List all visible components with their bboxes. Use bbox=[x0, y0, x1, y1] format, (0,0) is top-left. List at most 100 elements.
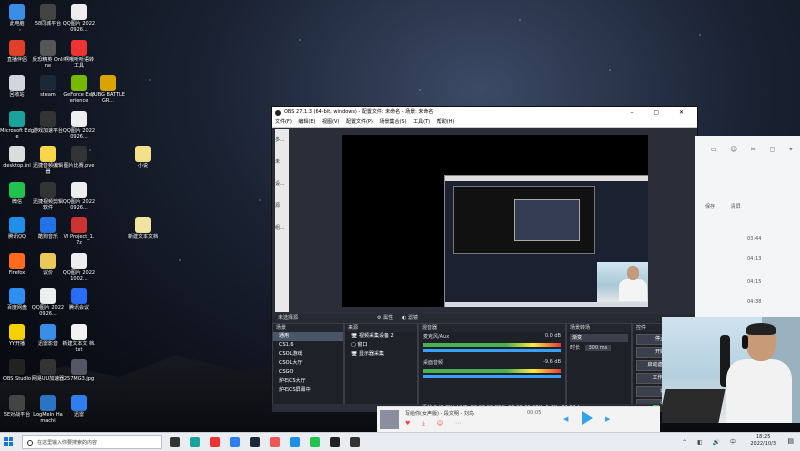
desktop-icon[interactable]: QQ图片 20221002... bbox=[62, 252, 96, 282]
duration-input[interactable]: 300 ms bbox=[584, 345, 612, 351]
desktop-icon[interactable]: steam bbox=[31, 75, 65, 98]
menu-tools[interactable]: 工具(T) bbox=[413, 119, 430, 125]
chrome-icon[interactable] bbox=[210, 437, 220, 447]
menu-scene-collection[interactable]: 场景集合(S) bbox=[379, 119, 406, 125]
desktop-icon[interactable]: QQ图片 20220926... bbox=[62, 4, 96, 33]
obs-window[interactable]: OBS 27.1.3 (64-bit, windows) - 配置文件: 未命名… bbox=[271, 106, 698, 413]
desktop-icon[interactable]: QQ图片 20220926... bbox=[31, 288, 65, 317]
play-icon[interactable] bbox=[582, 411, 593, 425]
player-actions[interactable]: ♥ ⤓ ☺ ⋯ bbox=[405, 420, 466, 428]
app-icon bbox=[40, 110, 56, 127]
menu-file[interactable]: 文件(F) bbox=[275, 119, 292, 125]
volume-slider[interactable] bbox=[423, 349, 561, 352]
edge-icon[interactable] bbox=[190, 437, 200, 447]
desktop-icon[interactable]: 反恐精英 Online bbox=[31, 39, 65, 69]
previous-icon[interactable]: ◀ bbox=[563, 415, 568, 423]
source-item[interactable]: ▢ 窗口 bbox=[345, 341, 417, 350]
desktop-icon[interactable]: 此电脑 bbox=[0, 4, 34, 27]
desktop-icon[interactable]: 新建文本文档 bbox=[126, 217, 160, 240]
game-icon[interactable] bbox=[270, 437, 280, 447]
left-tab-4[interactable]: 组... bbox=[275, 217, 289, 239]
scene-item[interactable]: 炉石CS大厅 bbox=[273, 377, 343, 386]
scene-item[interactable]: CS1.6 bbox=[273, 341, 343, 350]
desktop-icon[interactable]: Firefox bbox=[0, 252, 34, 276]
desktop-icon[interactable]: 257MG3.jpg bbox=[62, 359, 96, 382]
search-box[interactable]: 在这里输入你要搜索的内容 bbox=[22, 435, 162, 449]
desktop-icon[interactable]: 游戏加速平台 bbox=[31, 110, 65, 134]
menu-view[interactable]: 视图(V) bbox=[322, 119, 339, 125]
desktop-icon[interactable]: 58同城平台 bbox=[31, 4, 65, 27]
side-actions[interactable]: 保存 清屏 bbox=[705, 203, 741, 210]
wechat-icon[interactable] bbox=[310, 437, 320, 447]
desktop-icon[interactable]: VI Project_1.7z bbox=[62, 217, 96, 246]
app-icon[interactable] bbox=[350, 437, 360, 447]
source-item[interactable]: 🖥 显示器采集 bbox=[345, 350, 417, 359]
app-icon bbox=[9, 146, 25, 162]
left-tab-3[interactable]: 源 bbox=[275, 195, 289, 217]
desktop-icon[interactable]: 直播伴侣 bbox=[0, 39, 34, 63]
window-controls[interactable]: – ▢ ✕ bbox=[630, 107, 693, 118]
desktop-icon[interactable]: 腾讯QQ bbox=[0, 217, 34, 240]
desktop-icon[interactable]: 网易UU加速器 bbox=[31, 359, 65, 382]
desktop-icon[interactable]: 百度网盘 bbox=[0, 288, 34, 311]
desktop-icon-label: QQ图片 20221002... bbox=[62, 269, 96, 282]
obs-titlebar[interactable]: OBS 27.1.3 (64-bit, windows) - 配置文件: 未命名… bbox=[272, 107, 697, 118]
next-icon[interactable]: ▶ bbox=[605, 415, 610, 423]
desktop-icon[interactable]: 腾讯会议 bbox=[62, 288, 96, 311]
start-icon[interactable] bbox=[4, 437, 14, 447]
scene-item[interactable]: CSOL游戏 bbox=[273, 350, 343, 359]
desktop-icon[interactable]: 5E对战平台 bbox=[0, 394, 34, 418]
desktop-icon[interactable]: OBS Studio bbox=[0, 359, 34, 382]
volume-slider[interactable] bbox=[423, 375, 561, 378]
scene-item[interactable]: 通用 bbox=[273, 332, 343, 341]
desktop-icon[interactable]: 新建文本文 档.txt bbox=[62, 323, 96, 353]
scene-item[interactable]: CSGO bbox=[273, 368, 343, 377]
left-tab-2[interactable]: 未设... bbox=[275, 151, 289, 195]
desktop-icon[interactable]: 啊哦听听语转 工具 bbox=[62, 39, 96, 69]
duration-row: 时长 300 ms bbox=[570, 344, 628, 351]
scene-item[interactable]: CSOL大厅 bbox=[273, 359, 343, 368]
left-tab-1[interactable]: 多... bbox=[275, 129, 289, 151]
notification-icon[interactable]: ▤ bbox=[787, 437, 794, 445]
obs-title-text: OBS 27.1.3 (64-bit, windows) - 配置文件: 未命名… bbox=[284, 109, 434, 115]
desktop-icon-label: steam bbox=[40, 92, 56, 98]
obs-icon[interactable] bbox=[330, 437, 340, 447]
desktop-icon[interactable]: Microsoft Edge bbox=[0, 110, 34, 140]
menu-edit[interactable]: 编辑(E) bbox=[298, 119, 315, 125]
media-icon[interactable] bbox=[230, 437, 240, 447]
source-item[interactable]: 🖥 视频采集设备 2 bbox=[345, 332, 417, 341]
qq-browser-icon[interactable] bbox=[290, 437, 300, 447]
desktop-icon[interactable]: QQ图片 20220926... bbox=[62, 181, 96, 211]
scene-item[interactable]: 炉石CS屏幕中 bbox=[273, 386, 343, 395]
desktop-icon-label: 新建文本文档 bbox=[127, 234, 158, 240]
desktop-icon[interactable]: 迅雷 bbox=[62, 394, 96, 418]
desktop-icon[interactable]: 议价 bbox=[31, 252, 65, 276]
desktop-icon[interactable]: YY开播 bbox=[0, 323, 34, 347]
desktop-icon[interactable]: 小说 bbox=[126, 146, 160, 169]
filters-button[interactable]: ◐ 滤镜 bbox=[402, 314, 418, 323]
obs-preview[interactable] bbox=[342, 135, 648, 307]
desktop-icon[interactable]: desktop.ini bbox=[0, 146, 34, 169]
desktop-icon[interactable]: 图片比赛.pve bbox=[62, 146, 96, 169]
side-toolbar[interactable]: ▭ ☺ ✂ ▢ ⌖ bbox=[711, 146, 799, 154]
desktop-icon[interactable]: LogMeIn Hamachi bbox=[31, 394, 65, 424]
system-tray[interactable]: ⌃ ◧ 🔊 中 bbox=[682, 437, 740, 446]
desktop-icon[interactable]: 回收站 bbox=[0, 75, 34, 98]
task-view-icon[interactable] bbox=[170, 437, 180, 447]
desktop-icon[interactable]: 微信 bbox=[0, 181, 34, 205]
desktop-icon[interactable]: 酷狗音乐 bbox=[31, 217, 65, 240]
app-icon bbox=[9, 252, 25, 269]
desktop-icon[interactable]: QQ图片 20220926... bbox=[62, 110, 96, 140]
steam-icon[interactable] bbox=[250, 437, 260, 447]
menu-help[interactable]: 帮助(H) bbox=[437, 119, 455, 125]
desktop-icon[interactable]: 迅捷视频剪辑 软件 bbox=[31, 181, 65, 211]
menu-profile[interactable]: 配置文件(P) bbox=[346, 119, 373, 125]
desktop-icon[interactable]: 迅捷音频编辑器 bbox=[31, 146, 65, 175]
desktop-icon[interactable]: PUBG BATTLEGR... bbox=[91, 75, 125, 104]
desktop-icon[interactable]: 迅雷影音 bbox=[31, 323, 65, 347]
properties-button[interactable]: ⚙ 属性 bbox=[377, 314, 393, 323]
desktop-icon-label: 腾讯会议 bbox=[68, 305, 89, 311]
clock[interactable]: 18:25 2022/10/3 bbox=[750, 434, 776, 448]
app-icon bbox=[40, 146, 56, 162]
transition-select[interactable]: 渐变 bbox=[570, 334, 628, 342]
